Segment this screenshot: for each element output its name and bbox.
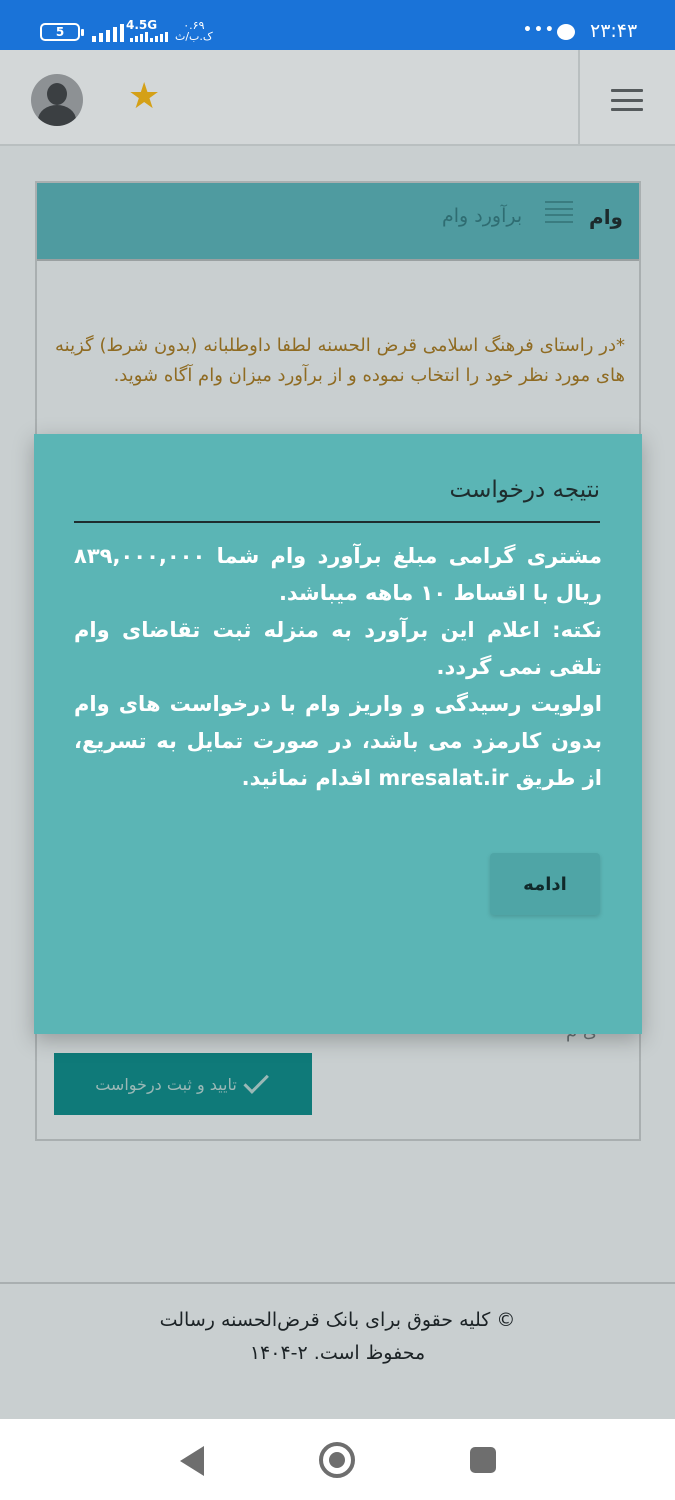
more-notifications-icon: •••: [523, 22, 556, 38]
app-header: ★: [0, 50, 675, 146]
network-speed: ۰.۶۹ ک.ب/ث: [175, 20, 213, 42]
list-icon: [545, 201, 573, 223]
dialog-message: مشتری گرامی مبلغ برآورد وام شما ۸۳۹,۰۰۰,…: [74, 538, 602, 797]
copyright-text: © کلیه حقوق برای بانک قرض‌الحسنه رسالت م…: [159, 1309, 516, 1364]
dialog-message-priority: اولویت رسیدگی و واریز وام با درخواست های…: [74, 692, 602, 790]
submit-button-label: تایید و ثبت درخواست: [95, 1074, 237, 1094]
dialog-message-note: نکته: اعلام این برآورد به منزله ثبت تقاض…: [74, 618, 602, 679]
breadcrumb-loan-estimate: برآورد وام: [442, 205, 523, 227]
chat-notification-icon: [557, 24, 575, 40]
dialog-title: نتیجه درخواست: [449, 477, 600, 503]
battery-level: 5: [55, 25, 65, 39]
dialog-divider: [74, 521, 600, 523]
status-bar: 5 4.5G ۰.۶۹ ک.ب/ث ••• ۲۳:۴۳: [0, 0, 675, 50]
signal-icon-secondary: [130, 32, 168, 42]
breadcrumb-loan[interactable]: وام: [589, 205, 623, 229]
star-icon[interactable]: ★: [128, 77, 160, 117]
result-dialog: نتیجه درخواست مشتری گرامی مبلغ برآورد وا…: [34, 434, 642, 1034]
back-icon[interactable]: [180, 1446, 204, 1476]
user-avatar-icon[interactable]: [31, 74, 83, 126]
network-speed-unit: ک.ب/ث: [175, 30, 213, 43]
network-type: 4.5G: [126, 18, 158, 32]
battery-icon: 5: [40, 23, 84, 41]
signal-icon: [92, 24, 124, 42]
header-divider: [578, 50, 580, 146]
home-icon[interactable]: [319, 1442, 355, 1478]
system-navigation-bar: [0, 1419, 675, 1500]
continue-button[interactable]: ادامه: [490, 853, 600, 915]
clock: ۲۳:۴۳: [590, 20, 638, 42]
breadcrumb: وام برآورد وام: [37, 183, 639, 261]
confirm-submit-button[interactable]: تایید و ثبت درخواست: [54, 1053, 312, 1115]
dialog-message-amount: مشتری گرامی مبلغ برآورد وام شما ۸۳۹,۰۰۰,…: [74, 544, 602, 605]
page-footer: © کلیه حقوق برای بانک قرض‌الحسنه رسالت م…: [0, 1282, 675, 1419]
check-icon: [243, 1068, 269, 1094]
recent-apps-icon[interactable]: [470, 1447, 496, 1473]
notice-text: *در راستای فرهنگ اسلامی قرض الحسنه لطفا …: [55, 335, 625, 386]
hamburger-menu-icon[interactable]: [611, 89, 643, 111]
